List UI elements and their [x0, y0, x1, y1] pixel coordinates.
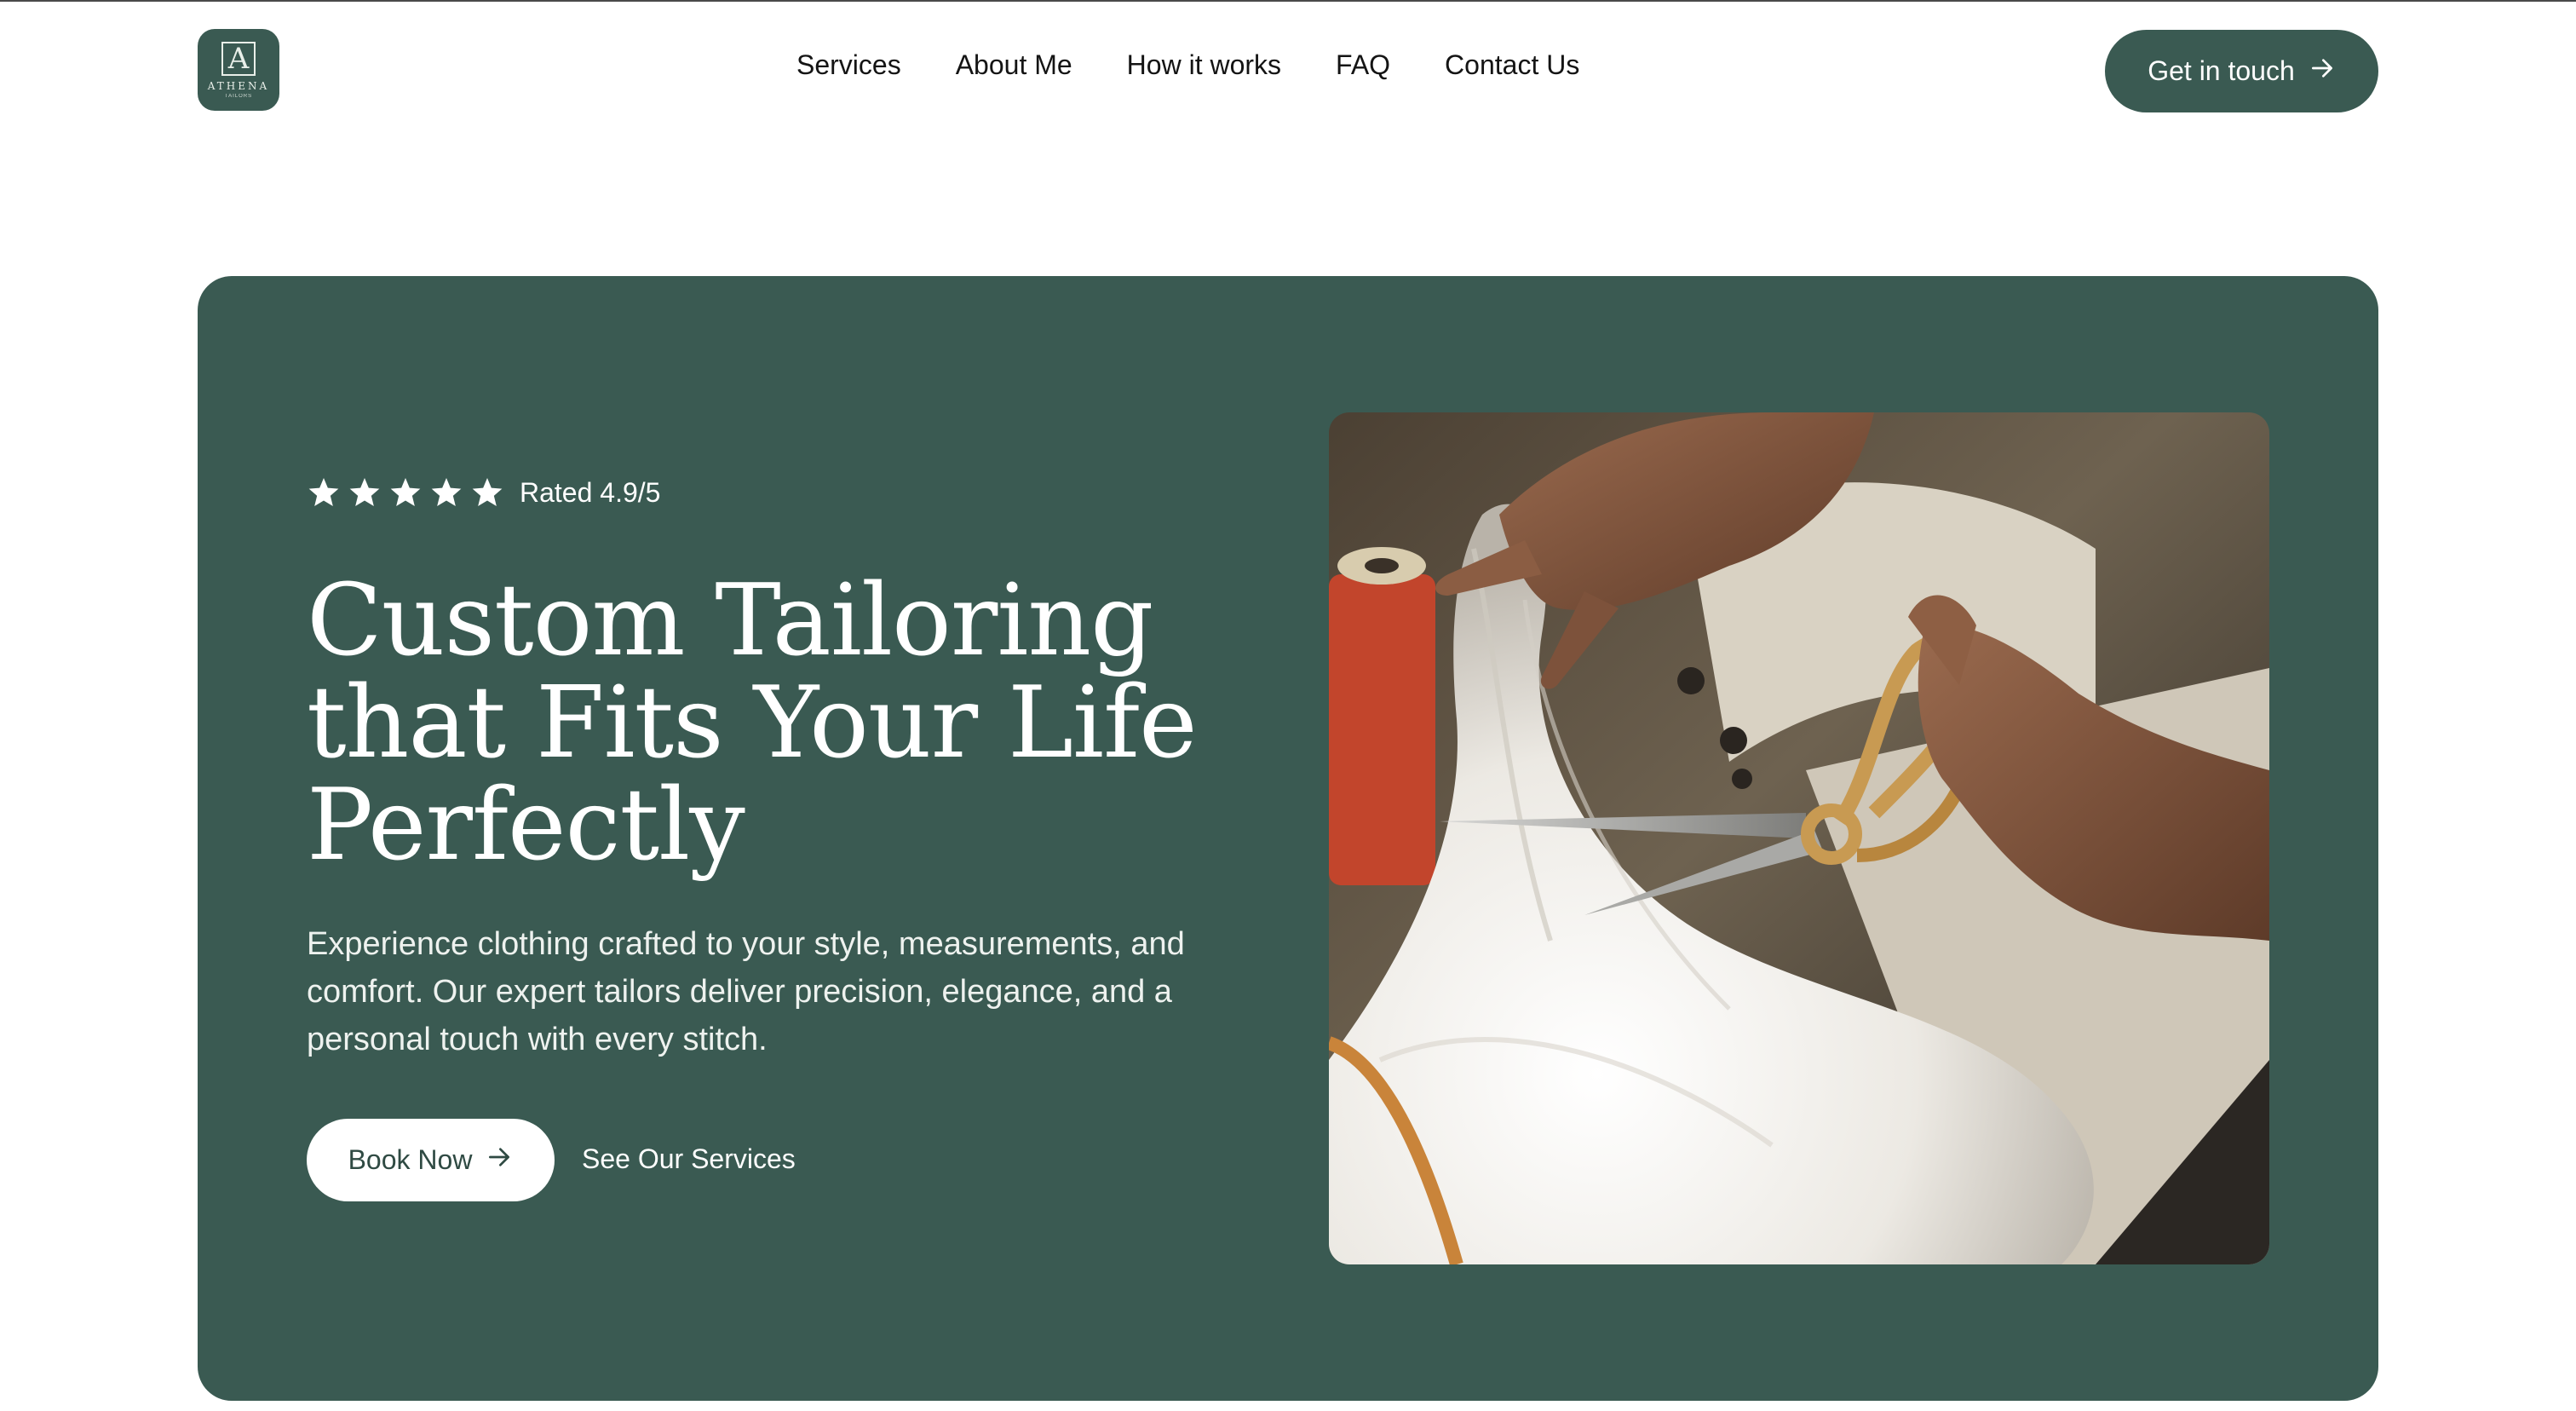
arrow-right-icon — [2309, 55, 2336, 89]
book-now-label: Book Now — [348, 1144, 473, 1175]
hero-image — [1329, 412, 2269, 1264]
star-icon — [470, 475, 504, 510]
main-nav: Services About Me How it works FAQ Conta… — [796, 49, 1579, 81]
hero-section: Rated 4.9/5 Custom Tailoring that Fits Y… — [198, 276, 2378, 1401]
nav-item-faq[interactable]: FAQ — [1336, 49, 1390, 81]
star-icon — [388, 475, 423, 510]
nav-item-about-me[interactable]: About Me — [956, 49, 1072, 81]
get-in-touch-button[interactable]: Get in touch — [2105, 30, 2378, 112]
star-rating — [307, 475, 504, 510]
nav-item-contact-us[interactable]: Contact Us — [1445, 49, 1579, 81]
get-in-touch-label: Get in touch — [2148, 55, 2295, 86]
nav-item-services[interactable]: Services — [796, 49, 901, 81]
nav-item-how-it-works[interactable]: How it works — [1127, 49, 1281, 81]
rating: Rated 4.9/5 — [307, 475, 660, 510]
hero-description: Experience clothing crafted to your styl… — [307, 926, 1185, 1057]
star-icon — [348, 475, 382, 510]
arrow-right-icon — [486, 1143, 513, 1178]
star-icon — [429, 475, 463, 510]
rating-label: Rated 4.9/5 — [520, 476, 661, 508]
hero-headline: Custom Tailoring that Fits Your Life Per… — [307, 570, 1210, 877]
headline-line-3: Perfectly — [307, 768, 745, 883]
book-now-button[interactable]: Book Now — [307, 1119, 555, 1201]
headline-line-1: Custom Tailoring — [307, 563, 1153, 678]
logo-name: ATHENA — [207, 79, 270, 92]
brand-logo[interactable]: A ATHENA TAILORS — [198, 29, 279, 111]
star-icon — [307, 475, 341, 510]
see-our-services-link[interactable]: See Our Services — [582, 1143, 796, 1175]
logo-monogram: A — [221, 41, 256, 76]
headline-line-2: that Fits Your Life — [307, 665, 1198, 780]
logo-tagline: TAILORS — [224, 93, 253, 99]
